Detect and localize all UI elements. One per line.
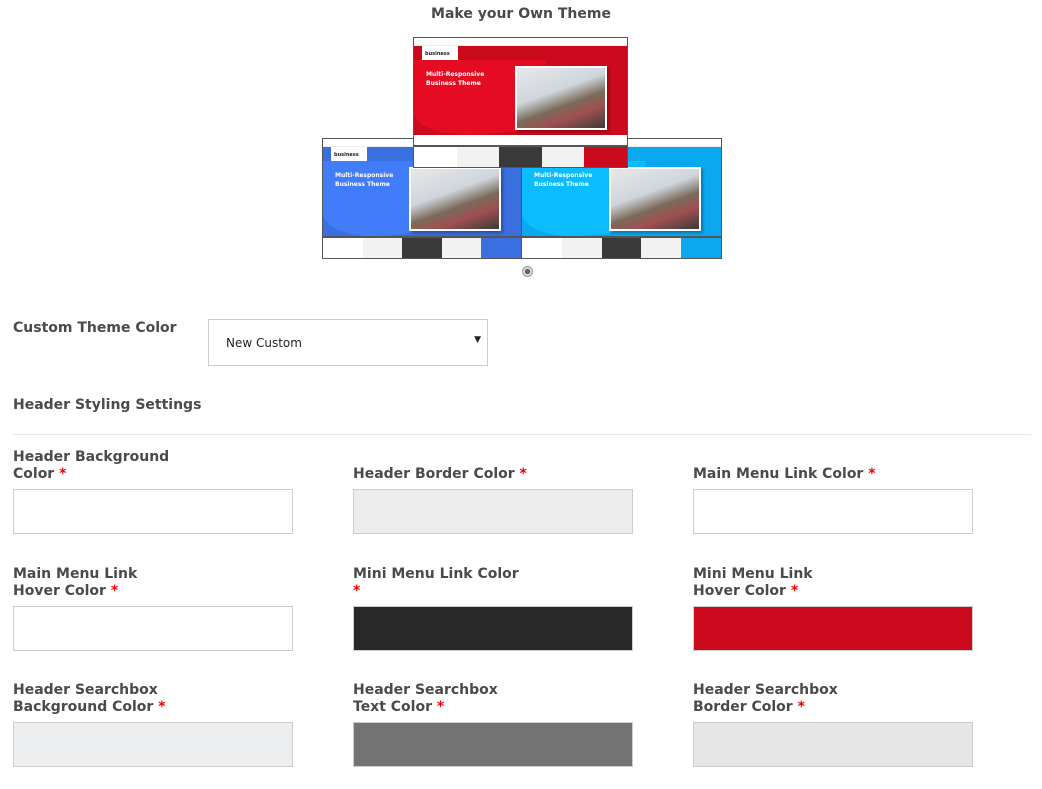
field-label-text: Header Border Color [353, 466, 515, 482]
custom-theme-label: Custom Theme Color [13, 320, 177, 336]
swatch [414, 147, 457, 167]
required-mark: * [436, 699, 445, 715]
swatch [441, 238, 482, 258]
theme-thumb-red[interactable]: business Multi-Responsive Business Theme [413, 37, 628, 168]
color-input[interactable] [353, 606, 633, 651]
required-mark: * [110, 583, 119, 599]
page-title: Make your Own Theme [431, 6, 611, 22]
required-mark: * [59, 466, 67, 482]
field-label-text: Main Menu Link Hover Color [13, 566, 138, 599]
field-label: Header Searchbox Background Color * [13, 682, 183, 716]
field-label: Mini Menu Link Color * [353, 566, 523, 600]
swatch [561, 238, 602, 258]
swatch [499, 147, 542, 167]
swatch [541, 147, 585, 167]
swatch [601, 238, 642, 258]
color-input[interactable] [13, 606, 293, 651]
swatch [641, 238, 682, 258]
color-input[interactable] [693, 489, 973, 534]
swatch [584, 147, 627, 167]
thumb-photo [609, 167, 701, 231]
divider [13, 434, 1031, 435]
swatch [362, 238, 403, 258]
swatch [323, 238, 363, 258]
custom-theme-select[interactable]: New Custom ▼ [208, 319, 488, 366]
field-label: Header Searchbox Border Color * [693, 682, 863, 716]
field-label-text: Header Searchbox Text Color [353, 682, 498, 715]
color-input[interactable] [13, 722, 293, 767]
field-label-text: Header Searchbox Border Color [693, 682, 838, 715]
thumb-hero: Multi-Responsive Business Theme [323, 161, 521, 236]
field-label: Header Searchbox Text Color * [353, 682, 523, 716]
required-mark: * [353, 583, 361, 599]
color-input[interactable] [353, 722, 633, 767]
section-title: Header Styling Settings [13, 397, 202, 413]
swatch [402, 238, 442, 258]
thumb-nav: business [414, 46, 627, 62]
thumb-hero: Multi-Responsive Business Theme [414, 60, 627, 135]
thumb-swatches [522, 236, 721, 258]
required-mark: * [158, 699, 166, 715]
field-label-text: Mini Menu Link Color [353, 566, 519, 582]
field-label: Mini Menu Link Hover Color * [693, 566, 863, 600]
field-label-text: Main Menu Link Color [693, 466, 864, 482]
carousel-dot[interactable] [522, 266, 533, 277]
field-label-text: Header Background Color [13, 449, 170, 482]
color-input[interactable] [13, 489, 293, 534]
swatch [522, 238, 562, 258]
field-label: Header Border Color * [353, 466, 633, 483]
color-input[interactable] [693, 722, 973, 767]
required-mark: * [868, 466, 876, 482]
swatch [481, 238, 521, 258]
select-value: New Custom [226, 336, 302, 350]
color-input[interactable] [353, 489, 633, 534]
thumb-photo [515, 66, 607, 130]
thumb-swatches [414, 145, 627, 167]
field-label-text: Header Searchbox Background Color [13, 682, 158, 715]
chevron-down-icon: ▼ [474, 335, 481, 345]
thumb-hero-title: Multi-Responsive Business Theme [426, 71, 485, 87]
required-mark: * [797, 699, 805, 715]
required-mark: * [519, 466, 527, 482]
field-label: Main Menu Link Color * [693, 466, 973, 483]
thumb-swatches [323, 236, 521, 258]
swatch [456, 147, 500, 167]
required-mark: * [790, 583, 799, 599]
swatch [681, 238, 721, 258]
thumb-topbar [414, 38, 627, 46]
field-label: Header Background Color * [13, 449, 195, 483]
field-label: Main Menu Link Hover Color * [13, 566, 183, 600]
color-input[interactable] [693, 606, 973, 651]
thumb-hero: Multi-Responsive Business Theme [522, 161, 721, 236]
thumb-photo [409, 167, 501, 231]
